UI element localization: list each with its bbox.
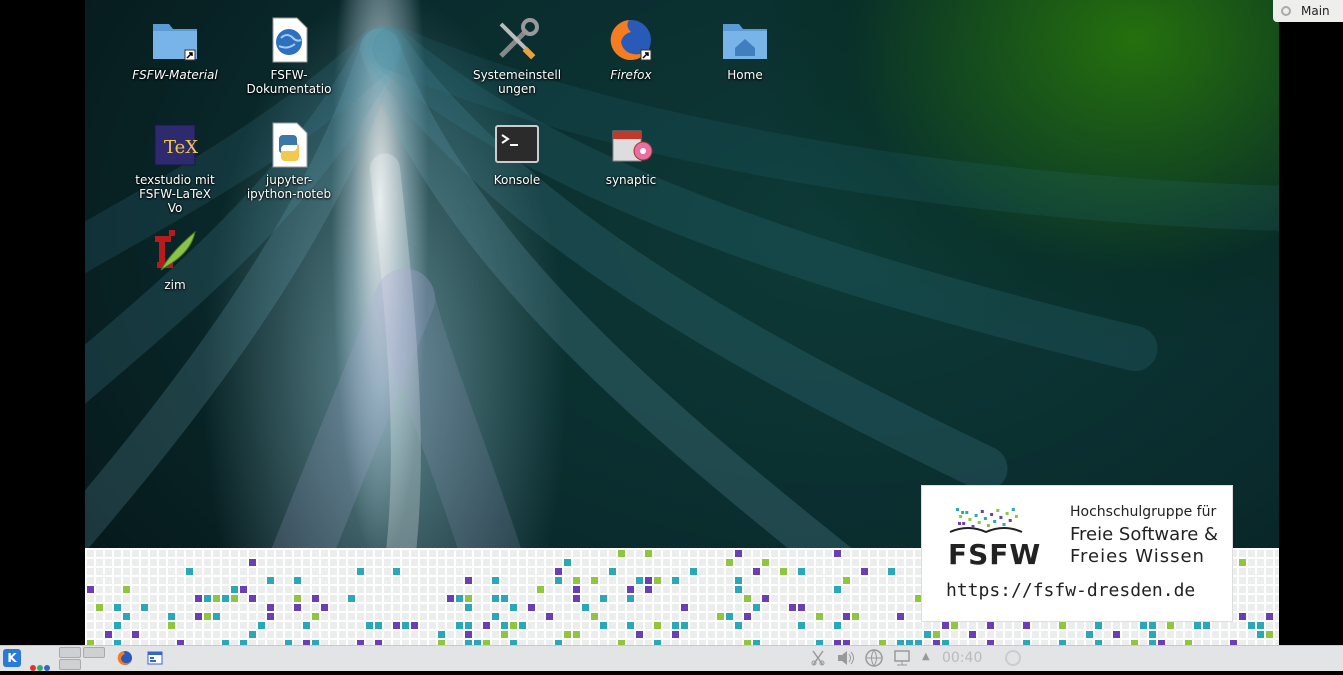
texstudio-icon: TeX <box>151 121 199 169</box>
network-icon[interactable] <box>864 649 884 671</box>
desktop-icon-zim[interactable]: zim <box>117 214 233 292</box>
zim-icon <box>151 226 199 274</box>
terminal-icon <box>493 121 541 169</box>
volume-icon[interactable] <box>836 649 856 671</box>
desktop-icon-home[interactable]: Home <box>687 4 803 82</box>
fsfw-tagline-2: Freie Software & <box>1070 524 1219 545</box>
icon-label: Konsole <box>493 173 541 187</box>
tools-icon <box>493 16 541 64</box>
package-manager-icon <box>607 121 655 169</box>
firefox-icon <box>607 16 655 64</box>
dolphin-launcher-icon[interactable] <box>147 650 163 670</box>
python-icon <box>265 121 313 169</box>
icon-label: jupyter- ipython-noteb <box>246 173 332 201</box>
home-folder-icon <box>721 16 769 64</box>
icon-label: Systemeinstell ungen <box>472 68 562 96</box>
clock[interactable]: 00:40 <box>942 650 982 666</box>
desktop-icon-synaptic[interactable]: synaptic <box>573 109 689 187</box>
pager-desktop-3[interactable] <box>59 659 81 670</box>
fsfw-logo-card: FSFW Hochschulgruppe für Freie Software … <box>921 485 1233 622</box>
icon-label: zim <box>164 278 186 292</box>
fsfw-tagline-3: Freies Wissen <box>1070 546 1205 567</box>
fsfw-book-icon <box>949 508 1023 534</box>
desktop-icon-fsfw-dokumentation[interactable]: FSFW- Dokumentatio <box>231 4 347 96</box>
activity-icon <box>1281 6 1291 16</box>
desktop-icon-konsole[interactable]: Konsole <box>459 109 575 187</box>
activity-label: Main <box>1301 4 1330 18</box>
tray-expand-icon[interactable]: ▲ <box>922 651 930 662</box>
desktop-icon-firefox[interactable]: Firefox <box>573 4 689 82</box>
activity-toolbox-tab[interactable]: Main <box>1273 0 1343 22</box>
icon-label: FSFW-Material <box>132 68 218 82</box>
fsfw-url: https://fsfw-dresden.de <box>946 580 1196 601</box>
scissors-icon[interactable] <box>810 650 826 670</box>
icon-label: texstudio mit FSFW-LaTeX Vo <box>135 173 215 215</box>
display-icon[interactable] <box>892 649 912 671</box>
firefox-launcher-icon[interactable] <box>117 650 133 670</box>
desktop-toolbox-icon[interactable] <box>1004 649 1022 671</box>
activity-switcher-icon[interactable] <box>30 656 51 675</box>
svg-text:TeX: TeX <box>164 137 198 158</box>
desktop-icon-texstudio[interactable]: TeX texstudio mit FSFW-LaTeX Vo <box>117 109 233 215</box>
pager-desktop-1[interactable] <box>59 647 81 658</box>
icon-label: Home <box>727 68 763 82</box>
desktop-icon-systemeinstellungen[interactable]: Systemeinstell ungen <box>459 4 575 96</box>
desktop-icon-fsfw-material[interactable]: FSFW-Material <box>117 4 233 82</box>
icon-label: FSFW- Dokumentatio <box>246 68 332 96</box>
folder-icon <box>151 16 199 64</box>
pager-desktop-2[interactable] <box>83 647 105 658</box>
icon-label: Firefox <box>610 68 652 82</box>
desktop-icon-jupyter[interactable]: jupyter- ipython-noteb <box>231 109 347 201</box>
fsfw-logo-text: FSFW <box>948 538 1042 571</box>
kde-menu-icon[interactable]: K <box>3 649 21 667</box>
fsfw-tagline-1: Hochschulgruppe für <box>1070 504 1217 520</box>
html-document-icon <box>265 16 313 64</box>
icon-label: synaptic <box>605 173 657 187</box>
taskbar: K ▲ 00:40 <box>0 645 1343 671</box>
